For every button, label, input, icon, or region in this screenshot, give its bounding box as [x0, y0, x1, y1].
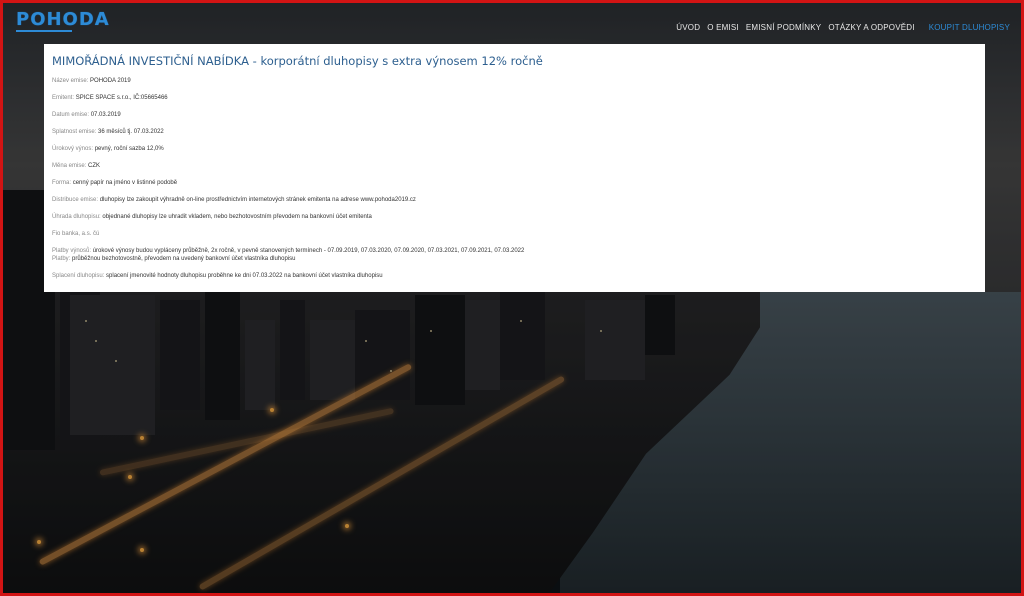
- row-value: 07.03.2019: [90, 112, 121, 118]
- nav-emisni-podminky[interactable]: EMISNÍ PODMÍNKY: [746, 23, 821, 32]
- pohoda-logo[interactable]: POHODA: [16, 9, 110, 30]
- row-value: cenný papír na jméno v listinné podobě: [72, 180, 178, 186]
- info-row-mena-emise: Měna emise: CZK: [52, 162, 977, 170]
- row-label: Emitent:: [52, 95, 75, 101]
- row-value: SPICE SPACE s.r.o., IČ:05665466: [75, 95, 168, 101]
- logo-underline: [16, 30, 72, 32]
- row-value: pevný, roční sazba 12,0%: [94, 146, 164, 152]
- row-value: dluhopisy lze zakoupit výhradně on-line …: [99, 197, 416, 203]
- offer-panel: MIMOŘÁDNÁ INVESTIČNÍ NABÍDKA - korporátn…: [44, 44, 985, 292]
- info-row-platby: Platby: průběžnou bezhotovostně, převode…: [52, 255, 977, 263]
- nav-otazky-a-odpovedi[interactable]: OTÁZKY A ODPOVĚDI: [828, 23, 914, 32]
- row-value: průběžnou bezhotovostně, převodem na uve…: [72, 256, 296, 262]
- row-value: 36 měsíců tj. 07.03.2022: [98, 129, 164, 135]
- site-header: POHODA ÚVOD O EMISI EMISNÍ PODMÍNKY OTÁZ…: [0, 0, 1024, 40]
- info-row-splaceni: Splacení dluhopisu: splacení jmenovité h…: [52, 272, 977, 280]
- info-row-distribuce: Distribuce emise: dluhopisy lze zakoupit…: [52, 196, 977, 204]
- info-row-datum-emise: Datum emise: 07.03.2019: [52, 111, 977, 119]
- row-label: Forma:: [52, 180, 72, 186]
- nav-o-emisi[interactable]: O EMISI: [707, 23, 739, 32]
- row-value: CZK: [88, 163, 101, 169]
- info-row-platby-vynosu: Platby výnosů: úrokové výnosy budou vypl…: [52, 247, 977, 255]
- row-label: Distribuce emise:: [52, 197, 99, 203]
- row-label: Měna emise:: [52, 163, 87, 169]
- info-row-splatnost: Splatnost emise: 36 měsíců tj. 07.03.202…: [52, 128, 977, 136]
- offer-title: MIMOŘÁDNÁ INVESTIČNÍ NABÍDKA - korporátn…: [52, 54, 543, 68]
- row-label: Úrokový výnos:: [52, 146, 94, 152]
- row-label: Datum emise:: [52, 112, 90, 118]
- row-value: splacení jmenovité hodnoty dluhopisu pro…: [106, 273, 383, 279]
- info-row-fio-banka: Fio banka, a.s. čú: [52, 230, 977, 238]
- info-row-urokovy-vynos: Úrokový výnos: pevný, roční sazba 12,0%: [52, 145, 977, 153]
- row-label: Platby výnosů:: [52, 248, 92, 254]
- row-label: Název emise:: [52, 78, 89, 84]
- row-label: Splacení dluhopisu:: [52, 273, 105, 279]
- info-row-nazev-emise: Název emise: POHODA 2019: [52, 77, 977, 85]
- row-label: Úhrada dluhopisu:: [52, 214, 101, 220]
- main-nav: ÚVOD O EMISI EMISNÍ PODMÍNKY OTÁZKY A OD…: [676, 23, 1010, 32]
- info-row-uhrada: Úhrada dluhopisu: objednané dluhopisy lz…: [52, 213, 977, 221]
- row-value: POHODA 2019: [90, 78, 131, 84]
- row-label: Fio banka, a.s. čú: [52, 231, 100, 237]
- row-value: objednané dluhopisy lze uhradit vkladem,…: [102, 214, 372, 220]
- row-label: Platby:: [52, 256, 71, 262]
- info-row-forma: Forma: cenný papír na jméno v listinné p…: [52, 179, 977, 187]
- row-value: úrokové výnosy budou vypláceny průběžně,…: [92, 248, 525, 254]
- row-label: Splatnost emise:: [52, 129, 97, 135]
- nav-koupit-dluhopisy[interactable]: KOUPIT DLUHOPISY: [929, 23, 1010, 32]
- nav-uvod[interactable]: ÚVOD: [676, 23, 700, 32]
- info-row-emitent: Emitent: SPICE SPACE s.r.o., IČ:05665466: [52, 94, 977, 102]
